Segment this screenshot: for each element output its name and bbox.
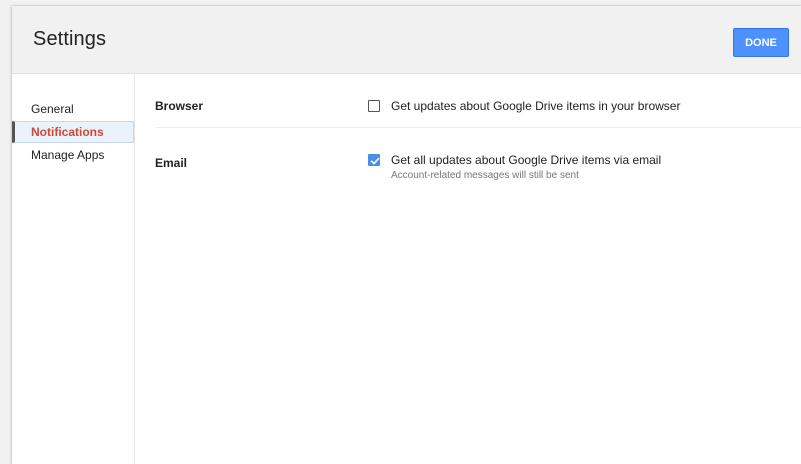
email-updates-label[interactable]: Get all updates about Google Drive items… — [391, 153, 661, 167]
dialog-title: Settings — [33, 28, 107, 50]
notifications-panel: Browser Get updates about Google Drive i… — [135, 74, 801, 464]
settings-dialog: Settings DONE General Notifications Mana… — [12, 6, 801, 464]
browser-updates-checkbox[interactable] — [368, 100, 380, 112]
done-button[interactable]: DONE — [733, 28, 789, 57]
dialog-header: Settings DONE — [12, 6, 801, 74]
settings-sidebar: General Notifications Manage Apps — [12, 74, 135, 464]
email-section-label: Email — [155, 156, 188, 170]
sidebar-item-manage-apps[interactable]: Manage Apps — [12, 144, 134, 166]
sidebar-item-general[interactable]: General — [12, 98, 134, 120]
browser-updates-label[interactable]: Get updates about Google Drive items in … — [391, 99, 680, 113]
email-updates-subtext: Account-related messages will still be s… — [391, 170, 579, 181]
email-updates-checkbox[interactable] — [368, 154, 380, 166]
section-divider — [155, 127, 801, 128]
check-icon — [370, 157, 380, 165]
sidebar-item-notifications[interactable]: Notifications — [12, 121, 134, 143]
browser-section-label: Browser — [155, 99, 204, 113]
